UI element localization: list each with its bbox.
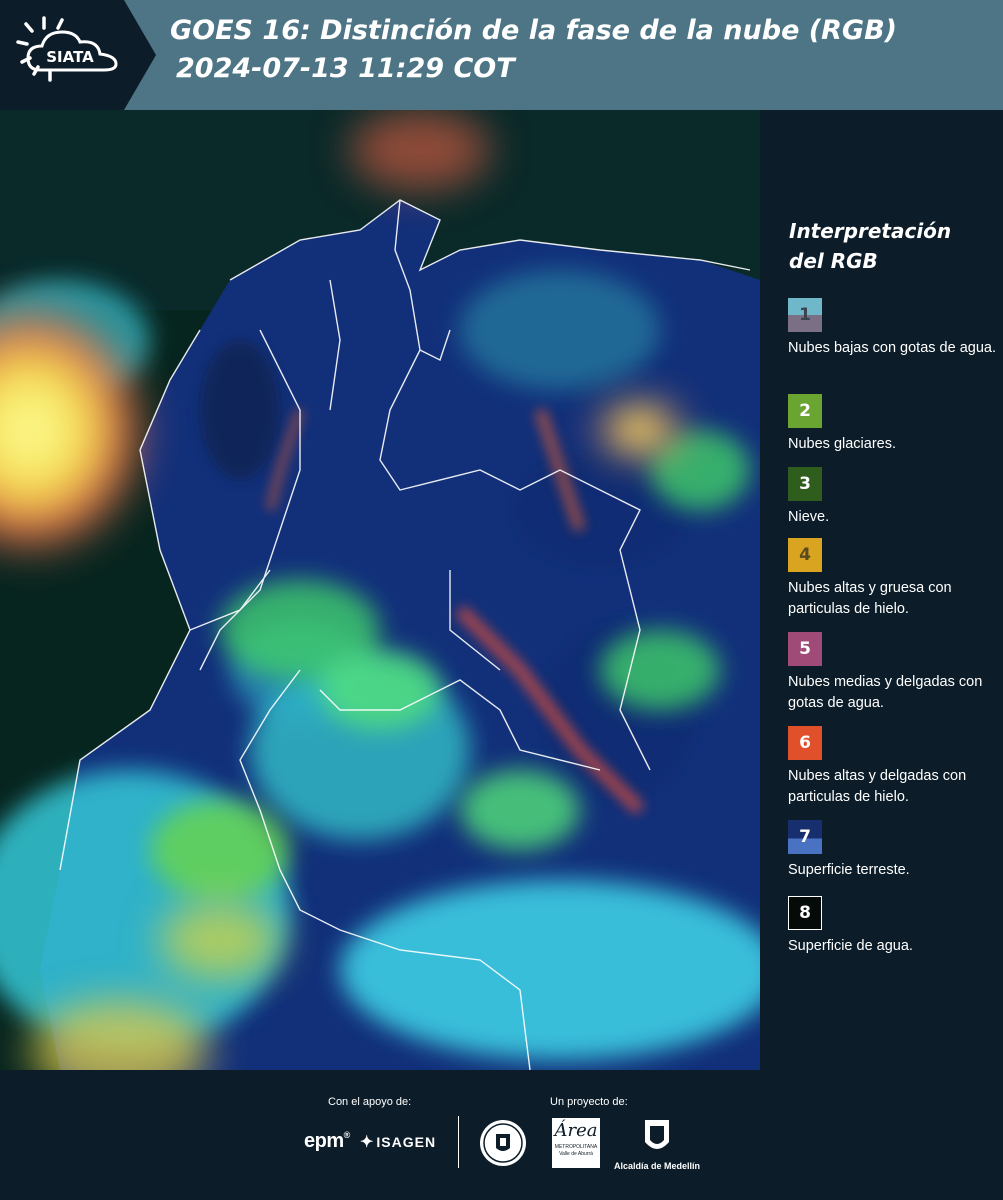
epm-logo: epm® <box>304 1130 350 1152</box>
legend-number: 2 <box>799 401 811 421</box>
legend-item: 2 Nubes glaciares. <box>788 394 998 455</box>
legend-item: 3 Nieve. <box>788 467 998 528</box>
footer: Con el apoyo de: Un proyecto de: epm® ✦ I… <box>0 1070 1003 1200</box>
siata-logo: SIATA <box>0 0 156 110</box>
legend-swatch: 8 <box>788 896 822 930</box>
siata-logo-text: SIATA <box>46 48 94 66</box>
legend-swatch: 4 <box>788 538 822 572</box>
support-caption: Con el apoyo de: <box>328 1096 412 1108</box>
header-bar: SIATA GOES 16: Distinción de la fase de … <box>0 0 1003 110</box>
legend-label: Nubes glaciares. <box>788 436 896 452</box>
legend-item: 6 Nubes altas y delgadas con particulas … <box>788 726 998 808</box>
legend-item: 7 Superficie terreste. <box>788 820 998 881</box>
alcaldia-text: Alcaldía de Medellín <box>613 1161 701 1171</box>
legend-swatch: 7 <box>788 820 822 854</box>
legend-label: Nubes bajas con gotas de agua. <box>788 340 996 356</box>
legend-swatch: 1 <box>788 298 822 332</box>
title-datetime: 2024-07-13 11:29 COT <box>176 53 515 84</box>
legend-number: 7 <box>799 827 811 847</box>
legend-panel: Interpretación del RGB 1 Nubes bajas con… <box>760 110 1003 1070</box>
legend-swatch: 2 <box>788 394 822 428</box>
legend-item: 4 Nubes altas y gruesa con particulas de… <box>788 538 998 620</box>
legend-swatch: 5 <box>788 632 822 666</box>
legend-swatch: 6 <box>788 726 822 760</box>
legend-title-line1: Interpretación <box>789 219 952 243</box>
legend-title: Interpretación del RGB <box>789 216 989 276</box>
legend-label: Nieve. <box>788 509 830 525</box>
seal-logo <box>478 1118 528 1173</box>
isagen-text: ISAGEN <box>376 1134 437 1150</box>
legend-number: 1 <box>799 305 811 325</box>
area-line1: METROPOLITANA <box>554 1144 598 1150</box>
legend-title-line2: del RGB <box>789 249 878 273</box>
legend-label: Nubes altas y delgadas con particulas de… <box>788 768 967 805</box>
legend-number: 5 <box>799 639 811 659</box>
footer-divider <box>458 1116 459 1168</box>
isagen-logo: ✦ ISAGEN <box>360 1134 437 1151</box>
title-line: GOES 16: Distinción de la fase de la nub… <box>170 15 897 46</box>
legend-label: Superficie de agua. <box>788 938 913 954</box>
legend-item: 8 Superficie de agua. <box>788 896 998 957</box>
legend-number: 4 <box>799 545 811 565</box>
area-metropolitana-logo: Área METROPOLITANA Valle de Aburrá <box>552 1118 600 1168</box>
legend-number: 3 <box>799 474 811 494</box>
page-title: GOES 16: Distinción de la fase de la nub… <box>170 12 990 88</box>
legend-swatch: 3 <box>788 467 822 501</box>
alcaldia-logo: Alcaldía de Medellín <box>612 1118 702 1171</box>
legend-number: 6 <box>799 733 811 753</box>
legend-label: Nubes medias y delgadas con gotas de agu… <box>788 674 983 711</box>
area-line2: Valle de Aburrá <box>559 1151 593 1157</box>
satellite-map <box>0 110 760 1070</box>
legend-label: Superficie terreste. <box>788 862 910 878</box>
legend-number: 8 <box>799 903 811 923</box>
epm-text: epm <box>304 1130 344 1152</box>
legend-item: 5 Nubes medias y delgadas con gotas de a… <box>788 632 998 714</box>
legend-label: Nubes altas y gruesa con particulas de h… <box>788 580 952 617</box>
legend-item: 1 Nubes bajas con gotas de agua. <box>788 298 998 359</box>
project-caption: Un proyecto de: <box>550 1096 628 1108</box>
